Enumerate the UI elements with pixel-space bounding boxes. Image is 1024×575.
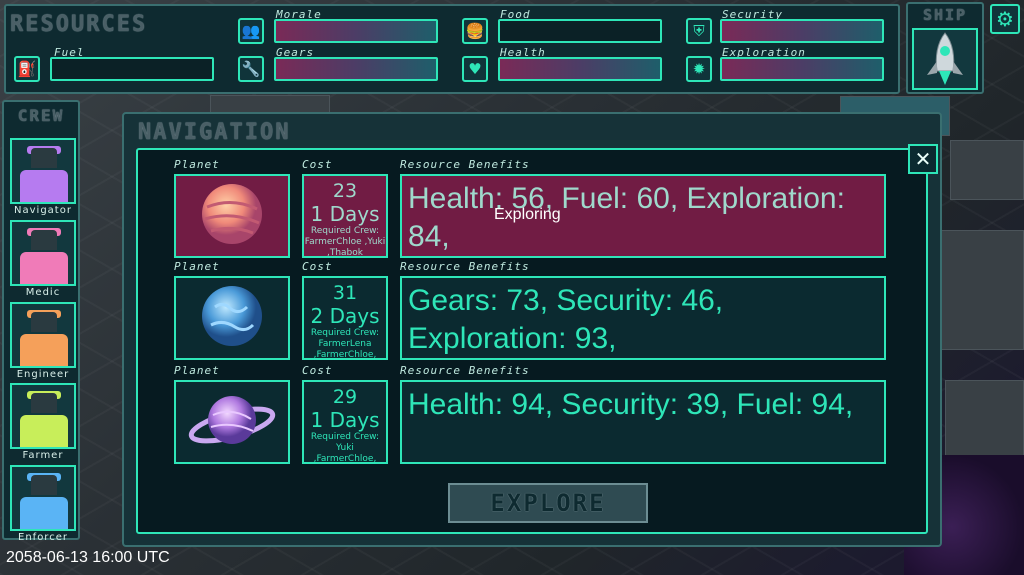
- resources-title: RESOURCES: [10, 12, 148, 37]
- crew-portrait[interactable]: [10, 138, 76, 204]
- explore-button[interactable]: EXPLORE: [448, 483, 648, 523]
- planet-column-label: Planet: [174, 260, 220, 273]
- planet-column-label: Planet: [174, 364, 220, 377]
- duration-value: 1 Days: [310, 202, 380, 226]
- crew-portrait[interactable]: [10, 220, 76, 286]
- pink-swirl-planet-icon: [197, 179, 267, 253]
- fuel-icon: ⛽: [14, 56, 40, 82]
- fuel-bar: [50, 57, 214, 81]
- rocket-icon: [927, 32, 963, 85]
- health-bar: [498, 57, 662, 81]
- blue-ocean-planet-icon: [197, 281, 267, 355]
- exploring-status: Exploring: [494, 206, 561, 223]
- game-timestamp: 2058-06-13 16:00 UTC: [6, 549, 170, 566]
- crew-role-label: Medic: [25, 287, 61, 298]
- navigation-title: NAVIGATION: [138, 120, 291, 145]
- exploration-bar: [720, 57, 884, 81]
- duration-value: 2 Days: [310, 304, 380, 328]
- crew-member-farmer[interactable]: Farmer: [10, 383, 76, 461]
- ship-title: SHIP: [922, 6, 968, 24]
- shield-icon: ⛨: [686, 18, 712, 44]
- cost-value: 23: [332, 180, 358, 202]
- security-bar: [720, 19, 884, 43]
- food-bar: [498, 19, 662, 43]
- navigation-list: EXPLORE Planet Cost Resource Benefits 23 1 D…: [136, 148, 928, 534]
- settings-gear-button[interactable]: ⚙: [990, 4, 1020, 34]
- crew-portrait[interactable]: [10, 465, 76, 531]
- planet-image[interactable]: [174, 380, 290, 464]
- planet-image[interactable]: [174, 276, 290, 360]
- cost-column-label: Cost: [302, 260, 333, 273]
- ship-image[interactable]: [912, 28, 978, 90]
- crew-portrait[interactable]: [10, 302, 76, 368]
- people-icon: 👥: [238, 18, 264, 44]
- cost-value: 29: [332, 386, 358, 408]
- crew-member-engineer[interactable]: Engineer: [10, 302, 76, 380]
- cost-column-label: Cost: [302, 364, 333, 377]
- required-crew: Required Crew: FarmerLena ,FarmerChloe, …: [310, 328, 380, 360]
- crew-member-enforcer[interactable]: Enforcer: [10, 465, 76, 543]
- required-crew: Required Crew: Yuki ,FarmerChloe, Thabok: [310, 432, 380, 464]
- benefits-column-label: Resource Benefits: [400, 364, 530, 377]
- cost-box: 29 1 Days Required Crew: Yuki ,FarmerChloe…: [302, 380, 388, 464]
- purple-ringed-planet-icon: [187, 385, 277, 459]
- crew-role-label: Engineer: [16, 369, 70, 380]
- duration-value: 1 Days: [310, 408, 380, 432]
- benefits-column-label: Resource Benefits: [400, 260, 530, 273]
- navigation-window: NAVIGATION EXPLORE Planet Cost Resource Be…: [122, 112, 942, 547]
- close-icon: ✕: [914, 147, 932, 171]
- crew-member-navigator[interactable]: Navigator: [10, 138, 76, 216]
- gear-icon: ⚙: [996, 7, 1014, 31]
- gears-bar: [274, 57, 438, 81]
- crew-role-label: Farmer: [22, 450, 64, 461]
- crew-role-label: Enforcer: [18, 532, 68, 543]
- crew-title: CREW: [17, 106, 65, 125]
- wrench-icon: 🔧: [238, 56, 264, 82]
- crew-member-medic[interactable]: Medic: [10, 220, 76, 298]
- required-crew: Required Crew: FarmerChloe ,Yuki ,Thabok: [304, 226, 386, 258]
- compass-icon: ✹: [686, 56, 712, 82]
- benefits-column-label: Resource Benefits: [400, 158, 530, 171]
- cost-box: 23 1 Days Required Crew: FarmerChloe ,Yuki…: [302, 174, 388, 258]
- cost-value: 31: [332, 282, 358, 304]
- ship-panel[interactable]: SHIP: [906, 2, 984, 94]
- close-button[interactable]: ✕: [908, 144, 938, 174]
- resource-benefits: Health: 94, Security: 39, Fuel: 94,: [400, 380, 886, 464]
- cost-box: 31 2 Days Required Crew: FarmerLena ,Farme…: [302, 276, 388, 360]
- crew-role-label: Navigator: [14, 205, 72, 216]
- burger-icon: 🍔: [462, 18, 488, 44]
- planet-column-label: Planet: [174, 158, 220, 171]
- morale-bar: [274, 19, 438, 43]
- crew-portrait[interactable]: [10, 383, 76, 449]
- resource-benefits: Health: 56, Fuel: 60, Exploration: 84,: [400, 174, 886, 258]
- cost-column-label: Cost: [302, 158, 333, 171]
- heart-icon: ♥: [462, 56, 488, 82]
- resource-benefits: Gears: 73, Security: 46, Exploration: 93…: [400, 276, 886, 360]
- crew-panel: CREW Navigator Medic Engineer Farmer Enforce…: [2, 100, 80, 543]
- planet-image[interactable]: [174, 174, 290, 258]
- resources-panel: RESOURCES ⛽ Fuel 👥 Morale 🔧 Gears 🍔 Food…: [4, 4, 900, 94]
